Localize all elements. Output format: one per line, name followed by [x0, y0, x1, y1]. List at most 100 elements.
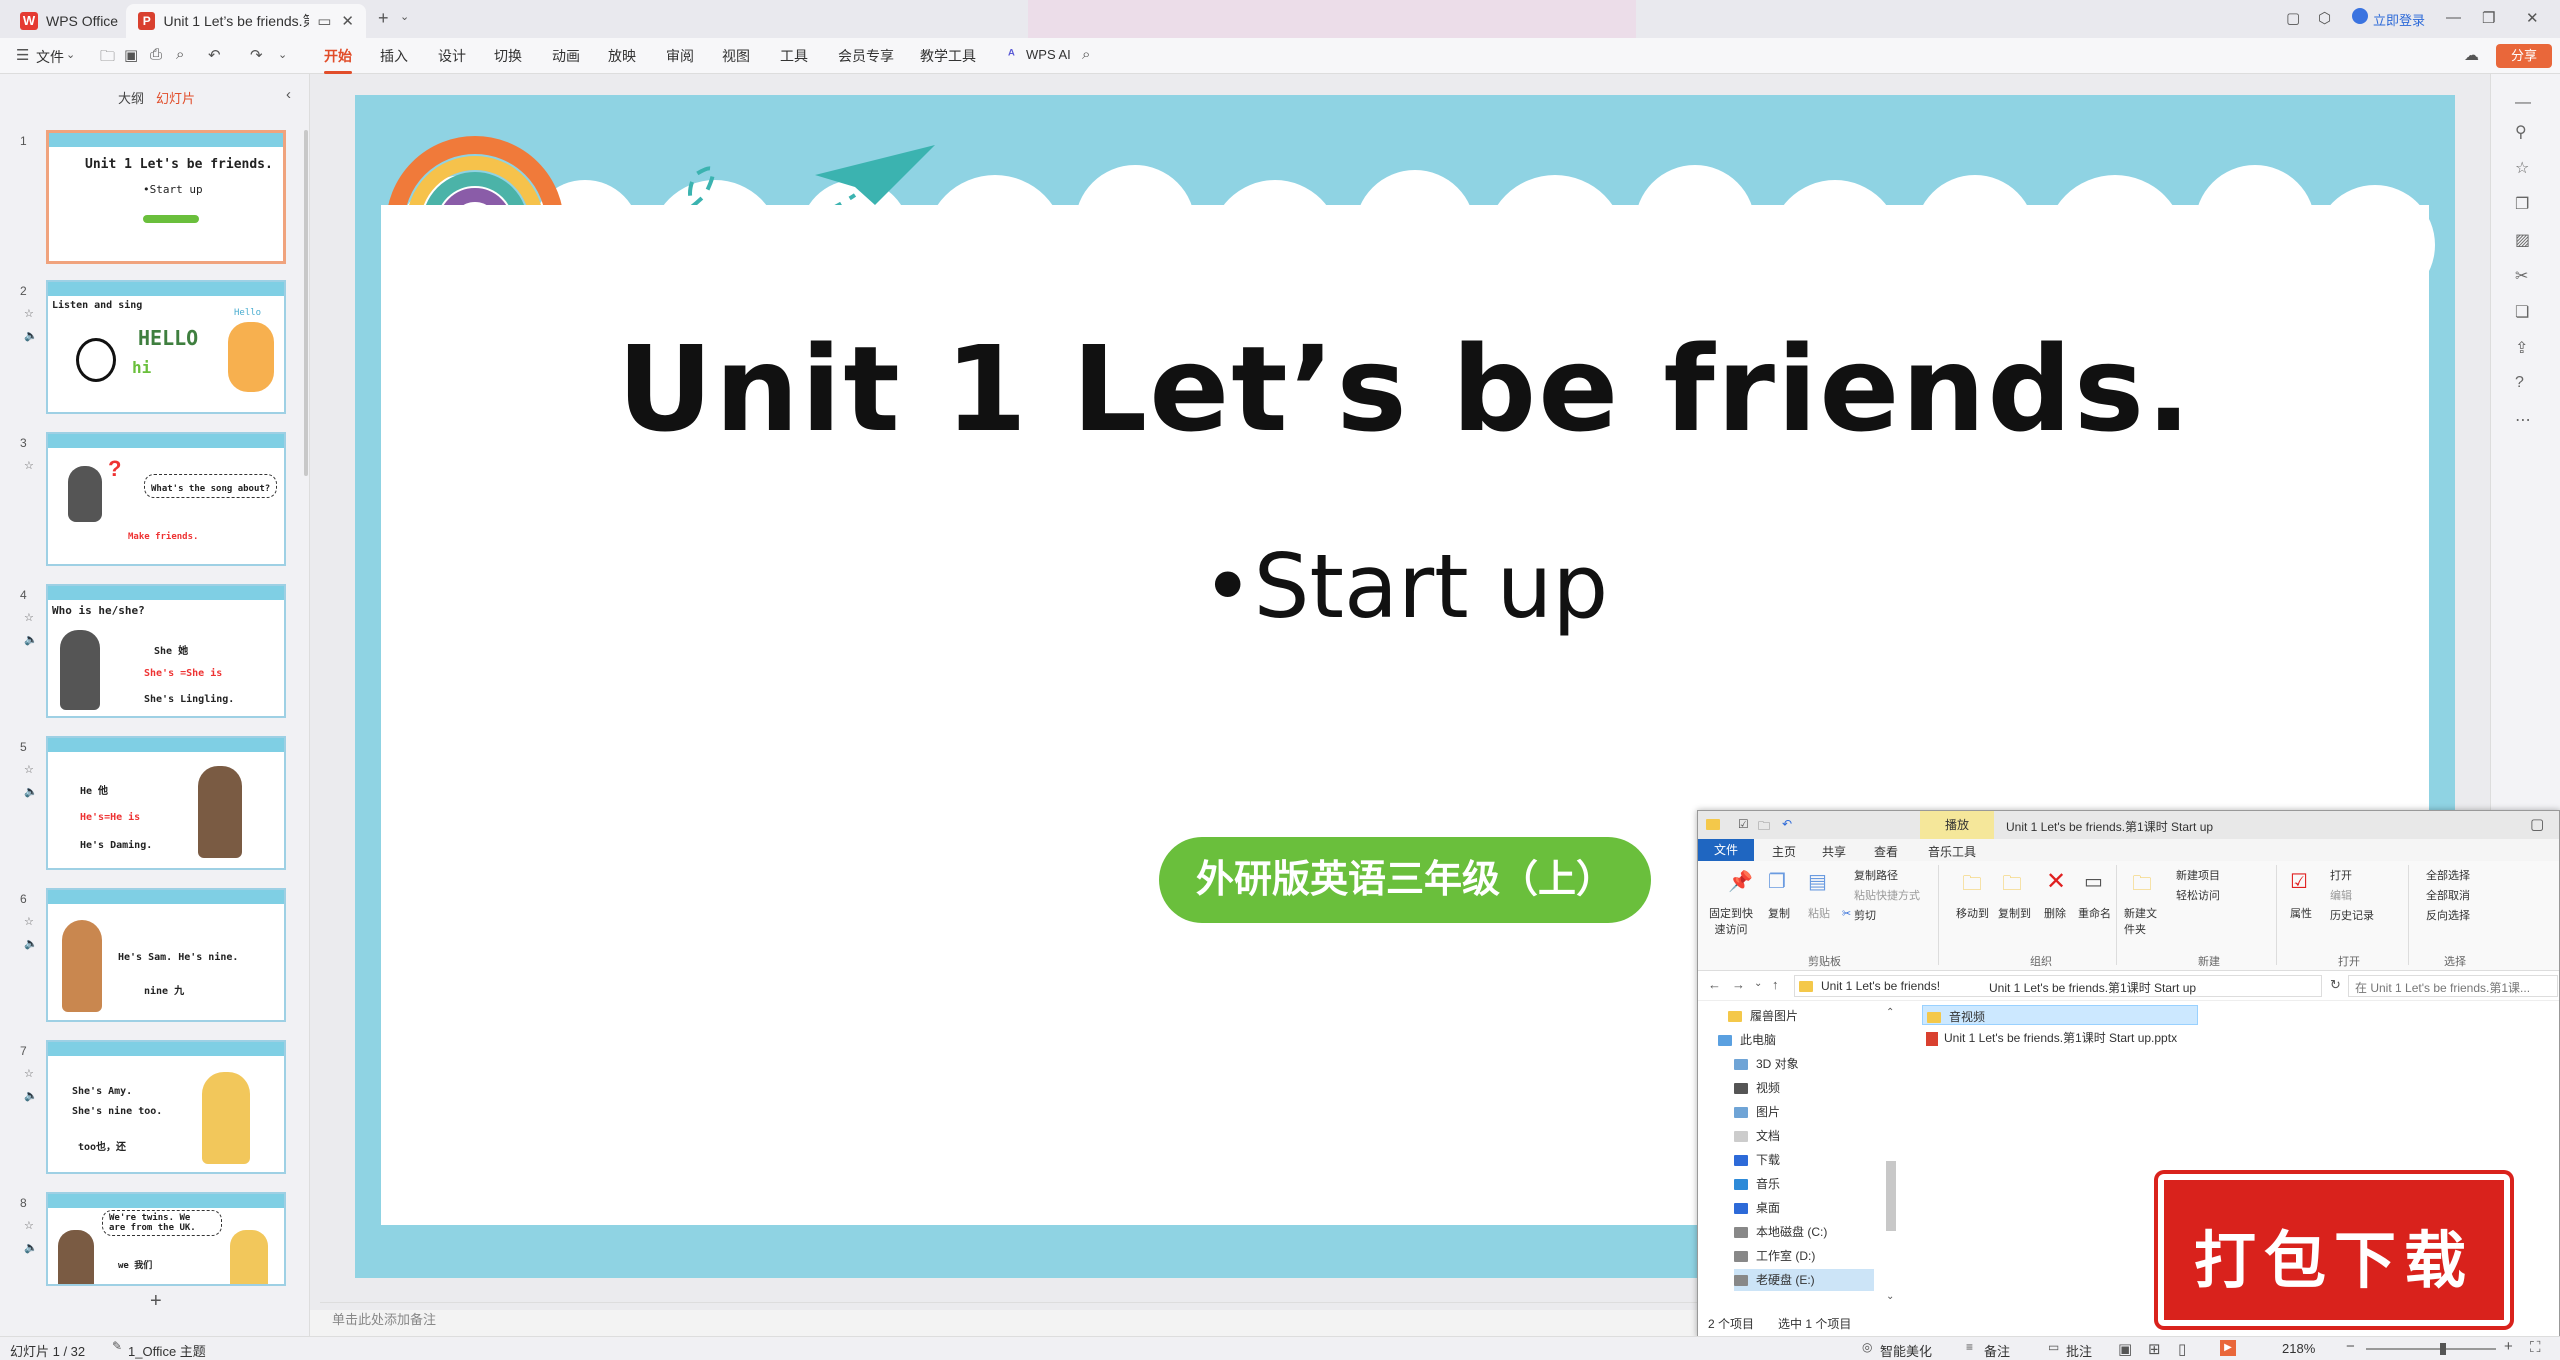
- audio-icon[interactable]: 🔈: [24, 324, 38, 348]
- pin-quick-access[interactable]: 固定到快速访问: [1704, 905, 1758, 937]
- slide-subtitle[interactable]: •Start up: [355, 535, 2455, 638]
- user-avatar-icon[interactable]: [2352, 8, 2368, 24]
- theme-name[interactable]: 1_Office 主题: [128, 1341, 206, 1360]
- nav-item[interactable]: 文档: [1734, 1125, 1780, 1147]
- monitor-icon[interactable]: ▭: [317, 12, 331, 30]
- open-icon[interactable]: 🗀: [100, 46, 115, 71]
- tab-file[interactable]: 文件: [1698, 839, 1754, 861]
- undo-icon[interactable]: ↶: [1782, 817, 1792, 831]
- slide-thumbnail-3[interactable]: ? What's the song about? Make friends.: [46, 432, 286, 566]
- move-to-button[interactable]: 移动到: [1956, 905, 1989, 921]
- doc-tab[interactable]: P Unit 1 Let’s be friends.第1 ▭ ✕: [126, 4, 366, 38]
- help-icon[interactable]: ?: [2515, 374, 2524, 392]
- chevron-down-icon[interactable]: ⌄: [400, 10, 409, 23]
- new-folder-icon[interactable]: 🗀: [1758, 817, 1770, 838]
- print-icon[interactable]: ⎙: [150, 46, 162, 63]
- copy-button[interactable]: 复制: [1768, 905, 1790, 921]
- properties-icon[interactable]: ☑: [2290, 869, 2308, 894]
- tab-view[interactable]: 视图: [722, 46, 750, 66]
- copy-to-button[interactable]: 复制到: [1998, 905, 2031, 921]
- chevron-down-icon[interactable]: ⌄: [1754, 978, 1762, 989]
- star-icon[interactable]: ☆: [24, 454, 34, 478]
- cloud-sync-icon[interactable]: ☁: [2464, 46, 2479, 64]
- new-folder-icon[interactable]: 🗀: [2132, 869, 2152, 903]
- close-tab-icon[interactable]: ✕: [341, 12, 354, 30]
- delete-button[interactable]: 删除: [2044, 905, 2066, 921]
- smart-beautify-button[interactable]: 智能美化: [1880, 1341, 1932, 1360]
- file-menu[interactable]: 文件: [36, 47, 64, 67]
- zoom-level[interactable]: 218%: [2282, 1341, 2315, 1356]
- chevron-down-icon[interactable]: ⌄: [278, 48, 287, 61]
- paste-button[interactable]: 粘贴: [1808, 905, 1830, 921]
- nav-item[interactable]: 本地磁盘 (C:): [1734, 1221, 1827, 1243]
- share-icon[interactable]: ⇪: [2515, 338, 2528, 358]
- star-icon[interactable]: ☆: [24, 302, 34, 326]
- tab-share[interactable]: 共享: [1822, 843, 1846, 860]
- slide-thumbnail-1[interactable]: Unit 1 Let's be friends. •Start up: [46, 130, 286, 264]
- properties-button[interactable]: 属性: [2290, 905, 2312, 921]
- nav-item[interactable]: 视频: [1734, 1077, 1780, 1099]
- download-badge[interactable]: 打包下载: [2158, 1174, 2510, 1326]
- tab-home[interactable]: 主页: [1772, 843, 1796, 860]
- book-icon[interactable]: ❏: [2515, 302, 2529, 322]
- normal-view-icon[interactable]: ▣: [2118, 1340, 2132, 1358]
- cube-icon[interactable]: ⬡: [2318, 9, 2331, 27]
- refresh-icon[interactable]: ↻: [2330, 977, 2341, 993]
- slide-title[interactable]: Unit 1 Let’s be friends.: [355, 320, 2455, 458]
- save-icon[interactable]: ▣: [124, 46, 138, 64]
- tools-icon[interactable]: ✂: [2515, 266, 2528, 286]
- slide-thumbnail-6[interactable]: He's Sam. He's nine. nine 九: [46, 888, 286, 1022]
- star-icon[interactable]: ☆: [24, 1214, 34, 1238]
- tab-insert[interactable]: 插入: [380, 46, 408, 66]
- zoom-slider-handle[interactable]: [2440, 1343, 2446, 1355]
- slide-thumbnail-8[interactable]: We're twins. We are from the UK. we 我们: [46, 1192, 286, 1286]
- reading-view-icon[interactable]: ▯: [2178, 1340, 2186, 1358]
- tab-view[interactable]: 查看: [1874, 843, 1898, 860]
- zoom-out-icon[interactable]: −: [2346, 1338, 2355, 1355]
- history-button[interactable]: 历史记录: [2330, 907, 2374, 923]
- audio-icon[interactable]: 🔈: [24, 932, 38, 956]
- rename-icon[interactable]: ▭: [2084, 869, 2103, 894]
- star-icon[interactable]: ☆: [24, 910, 34, 934]
- share-button[interactable]: 分享: [2496, 44, 2552, 68]
- add-slide-icon[interactable]: +: [150, 1290, 162, 1313]
- play-icon[interactable]: ▶: [2220, 1340, 2236, 1356]
- invert-selection-button[interactable]: 反向选择: [2426, 907, 2470, 923]
- tab-transition[interactable]: 切换: [494, 46, 522, 66]
- context-tab-play[interactable]: 播放: [1920, 811, 1994, 839]
- pin-icon[interactable]: 📌: [1728, 869, 1753, 894]
- star-icon[interactable]: ☆: [24, 606, 34, 630]
- search-input[interactable]: 在 Unit 1 Let's be friends.第1课...: [2348, 975, 2558, 997]
- back-arrow-icon[interactable]: ←: [1708, 977, 1721, 992]
- easy-access-button[interactable]: 轻松访问: [2176, 887, 2220, 903]
- select-none-button[interactable]: 全部取消: [2426, 887, 2470, 903]
- tab-review[interactable]: 审阅: [666, 46, 694, 66]
- forward-arrow-icon[interactable]: →: [1732, 977, 1745, 992]
- audio-icon[interactable]: 🔈: [24, 1084, 38, 1108]
- audio-icon[interactable]: 🔈: [24, 628, 38, 652]
- audio-icon[interactable]: 🔈: [24, 780, 38, 804]
- file-item[interactable]: Unit 1 Let's be friends.第1课时 Start up.pp…: [1926, 1029, 2177, 1046]
- notes-button[interactable]: 备注: [1984, 1341, 2010, 1360]
- nav-item[interactable]: 图片: [1734, 1101, 1780, 1123]
- address-input[interactable]: Unit 1 Let's be friends! Unit 1 Let's be…: [1794, 975, 2322, 997]
- adjust-icon[interactable]: ⚲: [2515, 122, 2527, 142]
- rename-button[interactable]: 重命名: [2078, 905, 2111, 921]
- nav-item[interactable]: 履兽图片: [1728, 1005, 1798, 1027]
- tab-slideshow[interactable]: 放映: [608, 46, 636, 66]
- scrollbar[interactable]: [304, 130, 308, 476]
- fit-window-icon[interactable]: ⛶: [2530, 1339, 2541, 1356]
- minimize-icon[interactable]: —: [2446, 9, 2461, 26]
- nav-item-this-pc[interactable]: 此电脑: [1718, 1029, 1776, 1051]
- breadcrumb-item[interactable]: Unit 1 Let's be friends!: [1821, 979, 1940, 993]
- delete-icon[interactable]: ✕: [2046, 867, 2066, 896]
- new-tab-icon[interactable]: +: [378, 8, 389, 29]
- tab-tools[interactable]: 工具: [780, 46, 808, 66]
- search-icon[interactable]: ⌕: [1082, 46, 1090, 63]
- restore-icon[interactable]: ❐: [2482, 9, 2495, 27]
- edit-button[interactable]: 编辑: [2330, 887, 2352, 903]
- slide-thumbnail-5[interactable]: He 他 He's=He is He's Daming.: [46, 736, 286, 870]
- up-arrow-icon[interactable]: ↑: [1772, 977, 1779, 992]
- print-preview-icon[interactable]: ⌕: [176, 46, 184, 63]
- slide-thumbnail-7[interactable]: She's Amy. She's nine too. too也，还: [46, 1040, 286, 1174]
